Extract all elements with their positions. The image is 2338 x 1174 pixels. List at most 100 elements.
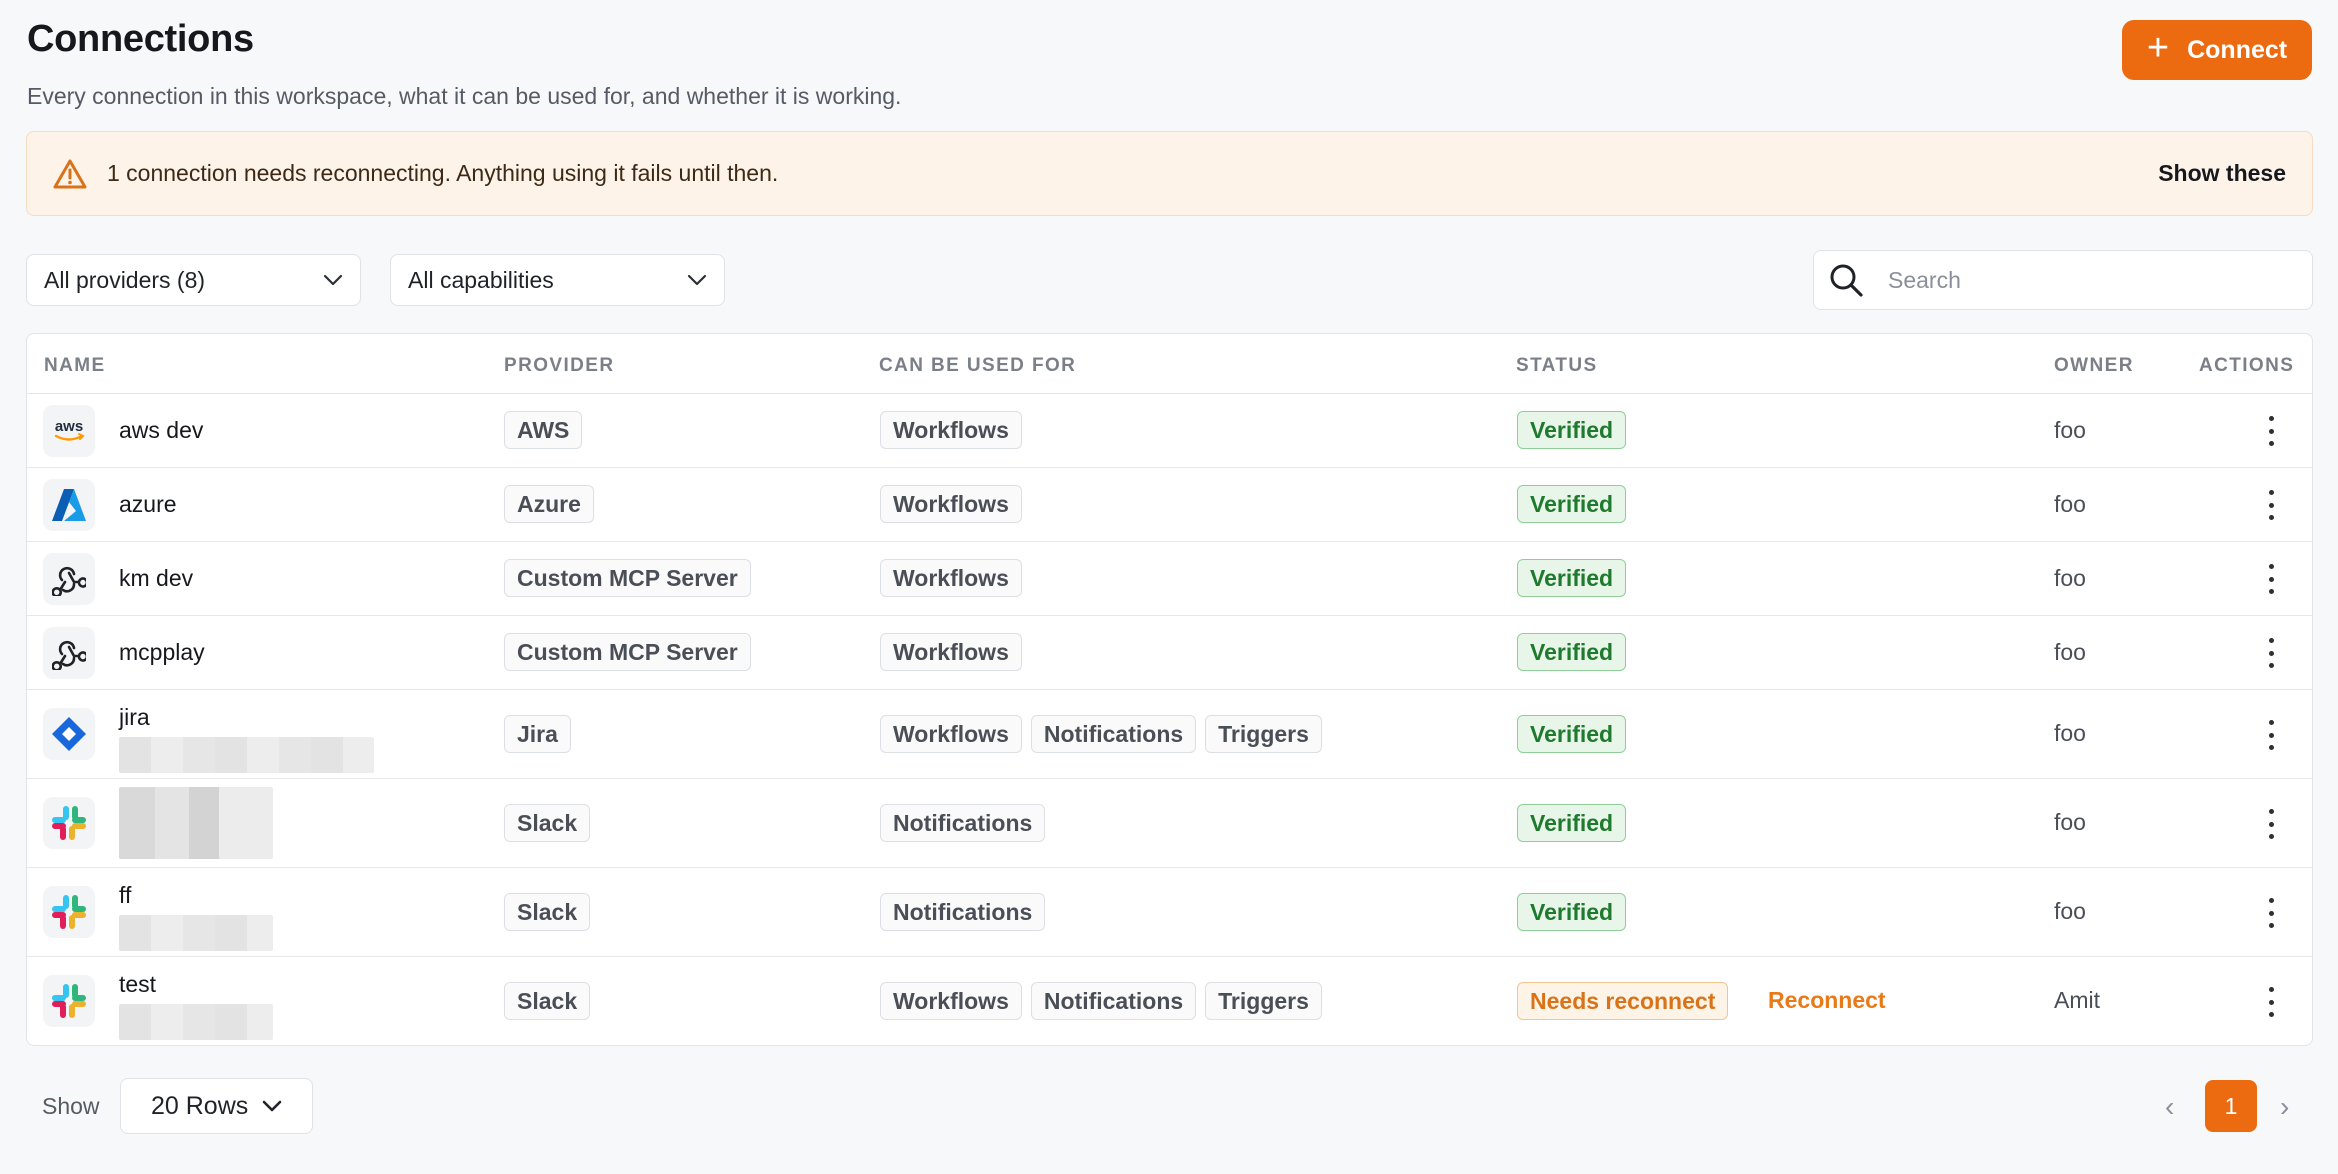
more-actions-icon[interactable] xyxy=(2261,987,2281,1017)
connection-name: ff xyxy=(119,882,132,908)
capability-tag: Workflows xyxy=(880,559,1022,597)
page-header: Connections Every connection in this wor… xyxy=(25,0,2313,130)
filter-bar: All providers (8) All capabilities xyxy=(26,250,2313,310)
table-row[interactable]: aws aws dev AWS Workflows Verified foo xyxy=(27,394,2312,468)
status-cell: Needs reconnect xyxy=(1517,982,1729,1020)
capability-tag: Workflows xyxy=(880,411,1022,449)
mcp-logo-icon xyxy=(43,553,95,605)
status-cell: Verified xyxy=(1517,804,1627,842)
table-row[interactable]: azure Azure Workflows Verified foo xyxy=(27,468,2312,542)
capabilities-filter-value: All capabilities xyxy=(408,266,554,293)
provider-tag: Jira xyxy=(504,715,571,753)
provider-tag: AWS xyxy=(504,411,583,449)
status-cell: Verified xyxy=(1517,633,1627,671)
status-badge: Verified xyxy=(1517,893,1627,931)
more-actions-icon[interactable] xyxy=(2261,809,2281,839)
capability-tags: Workflows xyxy=(880,485,1022,523)
capability-tags: Workflows xyxy=(880,559,1022,597)
redacted-detail xyxy=(119,915,273,951)
capability-tags: Notifications xyxy=(880,893,1046,931)
provider-tag: Azure xyxy=(504,485,594,523)
banner-message: 1 connection needs reconnecting. Anythin… xyxy=(107,160,779,186)
connect-button-label: Connect xyxy=(2187,35,2288,64)
column-header-status: STATUS xyxy=(1516,355,1598,376)
capability-tag: Workflows xyxy=(880,982,1022,1020)
owner-name: foo xyxy=(2054,809,2086,835)
connect-button[interactable]: + Connect xyxy=(2122,20,2312,80)
status-cell: Verified xyxy=(1517,485,1627,523)
capability-tag: Triggers xyxy=(1205,715,1322,753)
show-these-link[interactable]: Show these xyxy=(2158,160,2286,187)
owner-name: foo xyxy=(2054,720,2086,746)
page-title: Connections xyxy=(27,18,254,60)
capability-tag: Notifications xyxy=(1030,982,1197,1020)
rows-per-page-label: Show xyxy=(42,1093,100,1119)
connection-name: aws dev xyxy=(119,417,204,443)
svg-text:aws: aws xyxy=(55,418,83,435)
search-icon xyxy=(1830,264,1863,297)
capability-tags: Workflows Notifications Triggers xyxy=(880,715,1322,753)
capability-tags: Notifications xyxy=(880,804,1046,842)
more-actions-icon[interactable] xyxy=(2261,416,2281,446)
next-page-icon[interactable]: › xyxy=(2280,1093,2289,1121)
redacted-name xyxy=(119,787,273,859)
table-header: NAME PROVIDER CAN BE USED FOR STATUS OWN… xyxy=(27,334,2312,394)
capability-tags: Workflows Notifications Triggers xyxy=(880,982,1322,1020)
page-button-current[interactable]: 1 xyxy=(2205,1080,2257,1132)
table-row[interactable]: test Slack Workflows Notifications Trigg… xyxy=(27,957,2312,1045)
provider-tag: Slack xyxy=(504,893,591,931)
connection-name: test xyxy=(119,971,157,997)
status-cell: Verified xyxy=(1517,411,1627,449)
connections-table: NAME PROVIDER CAN BE USED FOR STATUS OWN… xyxy=(26,333,2313,1046)
capability-tag: Notifications xyxy=(880,893,1046,931)
table-row[interactable]: km dev Custom MCP Server Workflows Verif… xyxy=(27,542,2312,616)
plus-icon: + xyxy=(2146,27,2170,69)
more-actions-icon[interactable] xyxy=(2261,638,2281,668)
reconnect-warning-banner: 1 connection needs reconnecting. Anythin… xyxy=(26,131,2313,216)
redacted-detail xyxy=(119,737,374,773)
table-row[interactable]: Slack Notifications Verified foo xyxy=(27,779,2312,868)
more-actions-icon[interactable] xyxy=(2261,490,2281,520)
capability-tag: Workflows xyxy=(880,485,1022,523)
owner-name: foo xyxy=(2054,639,2086,665)
more-actions-icon[interactable] xyxy=(2261,564,2281,594)
chevron-down-icon xyxy=(262,1100,282,1112)
table-row[interactable]: mcpplay Custom MCP Server Workflows Veri… xyxy=(27,616,2312,690)
capabilities-filter-select[interactable]: All capabilities xyxy=(390,254,725,306)
table-row[interactable]: ff Slack Notifications Verified foo xyxy=(27,868,2312,957)
status-cell: Verified xyxy=(1517,559,1627,597)
page-subtitle: Every connection in this workspace, what… xyxy=(27,83,902,109)
more-actions-icon[interactable] xyxy=(2261,898,2281,928)
owner-name: foo xyxy=(2054,491,2086,517)
providers-filter-select[interactable]: All providers (8) xyxy=(26,254,361,306)
connections-page: Connections Every connection in this wor… xyxy=(0,0,2338,1174)
search-input[interactable] xyxy=(1888,266,2268,294)
status-badge: Verified xyxy=(1517,411,1627,449)
more-actions-icon[interactable] xyxy=(2261,720,2281,750)
capability-tag: Notifications xyxy=(880,804,1046,842)
reconnect-link[interactable]: Reconnect xyxy=(1768,987,1886,1014)
jira-logo-icon xyxy=(43,708,95,760)
rows-per-page-select[interactable]: 20 Rows xyxy=(120,1078,313,1134)
slack-logo-icon xyxy=(43,797,95,849)
azure-logo-icon xyxy=(43,479,95,531)
slack-logo-icon xyxy=(43,886,95,938)
status-cell: Verified xyxy=(1517,893,1627,931)
capability-tag: Workflows xyxy=(880,633,1022,671)
column-header-provider: PROVIDER xyxy=(504,355,615,376)
table-row[interactable]: jira Jira Workflows Notifications Trigge… xyxy=(27,690,2312,779)
connection-name: mcpplay xyxy=(119,639,205,665)
status-badge: Verified xyxy=(1517,715,1627,753)
status-badge: Verified xyxy=(1517,559,1627,597)
chevron-down-icon xyxy=(323,274,343,286)
column-header-capabilities: CAN BE USED FOR xyxy=(879,355,1077,376)
owner-name: foo xyxy=(2054,565,2086,591)
provider-tag: Slack xyxy=(504,982,591,1020)
previous-page-icon[interactable]: ‹ xyxy=(2165,1093,2174,1121)
capability-tag: Triggers xyxy=(1205,982,1322,1020)
status-cell: Verified xyxy=(1517,715,1627,753)
owner-name: foo xyxy=(2054,898,2086,924)
warning-icon xyxy=(53,159,87,188)
column-header-name: NAME xyxy=(44,355,106,376)
status-badge: Needs reconnect xyxy=(1517,982,1729,1020)
